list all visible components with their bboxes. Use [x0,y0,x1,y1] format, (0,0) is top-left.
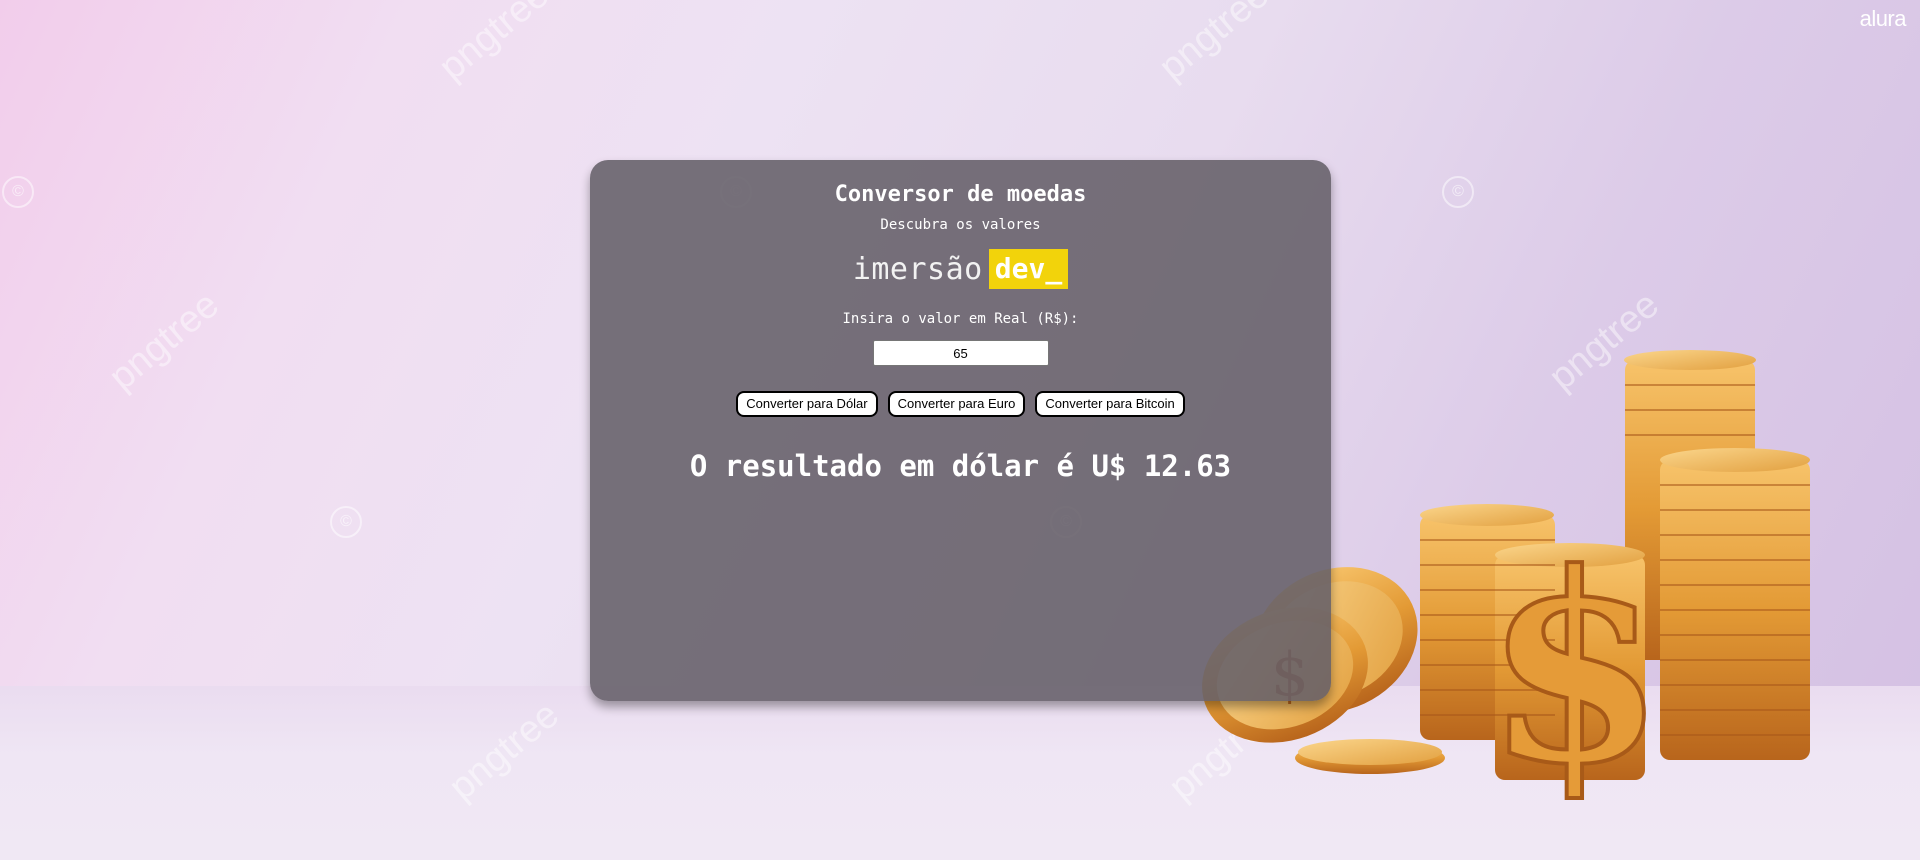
imersao-dev-logo: imersão dev_ [852,248,1069,290]
convert-buttons: Converter para Dólar Converter para Euro… [590,391,1331,417]
watermark-text: pngtree [431,0,557,89]
converter-card: Conversor de moedas Descubra os valores … [590,160,1331,701]
brand-logo: alura [1859,6,1907,31]
page-title: Conversor de moedas [834,182,1087,207]
copyright-icon: © [2,176,34,208]
convert-dollar-button[interactable]: Converter para Dólar [736,391,878,417]
conversion-result: O resultado em dólar é U$ 12.63 [689,449,1232,483]
logo-tag: dev_ [988,249,1069,289]
convert-bitcoin-button[interactable]: Converter para Bitcoin [1035,391,1185,417]
page-subtitle: Descubra os valores [880,217,1041,233]
coin-stack-right [1660,448,1810,760]
copyright-icon: © [330,506,362,538]
logo-word: imersão [852,251,983,287]
watermark-text: pngtree [1151,0,1277,89]
amount-label: Insira o valor em Real (R$): [842,311,1079,327]
amount-input[interactable] [872,340,1049,366]
dollar-sign-icon: $ [1485,517,1666,800]
watermark-text: pngtree [101,283,227,399]
copyright-icon: © [1442,176,1474,208]
convert-euro-button[interactable]: Converter para Euro [887,391,1026,417]
